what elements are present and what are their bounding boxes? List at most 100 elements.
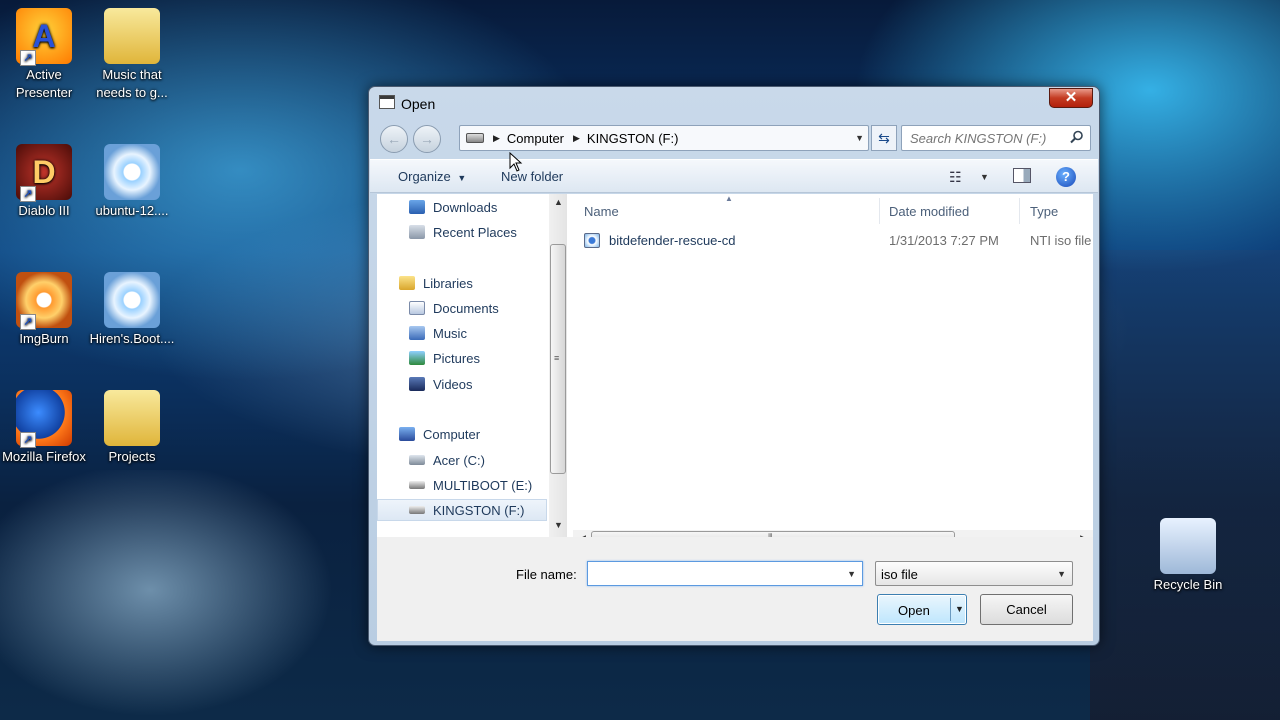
libraries-icon [399, 276, 415, 290]
column-header-type[interactable]: Type [1030, 204, 1058, 219]
chevron-down-icon[interactable]: ▼ [955, 604, 964, 614]
scroll-down-icon[interactable]: ▼ [554, 520, 563, 530]
hard-drive-icon [409, 455, 425, 465]
desktop-icon-label: Recycle Bin [1153, 577, 1223, 592]
refresh-icon: ⇆ [878, 130, 890, 146]
nav-item-pictures[interactable]: Pictures [377, 347, 547, 369]
help-icon[interactable]: ? [1056, 167, 1076, 187]
wallpaper-wave [0, 470, 380, 720]
nav-item-downloads[interactable]: Downloads [377, 196, 547, 218]
search-input[interactable] [910, 126, 1070, 150]
nav-item-label: Documents [433, 300, 499, 316]
folder-icon [104, 390, 160, 446]
videos-icon [409, 377, 425, 391]
column-divider[interactable] [879, 198, 880, 224]
open-button[interactable]: Open ▼ [877, 594, 967, 625]
desktop-icon-ubuntu[interactable]: ubuntu-12.... [88, 144, 176, 220]
chevron-down-icon[interactable]: ▼ [980, 172, 989, 182]
nav-item-multiboot-e[interactable]: MULTIBOOT (E:) [377, 474, 547, 496]
dialog-footer: File name: ▼ iso file ▼ Open ▼ Cancel [377, 537, 1093, 641]
search-box[interactable] [901, 125, 1091, 151]
documents-icon [409, 301, 425, 315]
column-divider[interactable] [1019, 198, 1020, 224]
organize-button[interactable]: Organize ▼ [398, 169, 466, 184]
imgburn-icon [16, 272, 72, 330]
file-type-value: iso file [881, 567, 918, 582]
preview-pane-icon[interactable] [1013, 168, 1031, 183]
desktop-icon-label: Mozilla Firefox [2, 449, 86, 464]
dialog-title: Open [401, 96, 436, 112]
mouse-cursor-icon [509, 152, 523, 172]
forward-button[interactable]: → [413, 125, 441, 153]
nav-item-computer[interactable]: Computer [377, 423, 547, 445]
desktop-icon-music-folder[interactable]: Music that needs to g... [88, 8, 176, 102]
breadcrumb-computer[interactable]: Computer [507, 131, 564, 146]
disc-image-icon [104, 272, 160, 328]
desktop-icon-label: ImgBurn [19, 331, 69, 346]
file-type: NTI iso file [1030, 233, 1092, 248]
command-bar: Organize ▼ New folder ☷ ▼ ? [370, 159, 1098, 193]
nav-item-label: Videos [433, 376, 473, 392]
breadcrumb-kingston[interactable]: KINGSTON (F:) [587, 131, 678, 146]
usb-drive-icon [409, 481, 425, 489]
music-icon [409, 326, 425, 340]
computer-icon [399, 427, 415, 441]
file-type-select[interactable]: iso file ▼ [875, 561, 1073, 586]
active-presenter-icon: A [16, 8, 72, 66]
desktop-icon-hirens[interactable]: Hiren's.Boot.... [88, 272, 176, 348]
disc-image-icon [104, 144, 160, 200]
arrow-right-icon: → [420, 131, 434, 147]
desktop-icon-active-presenter[interactable]: A Active Presenter [0, 8, 88, 102]
file-row[interactable]: bitdefender-rescue-cd 1/31/2013 7:27 PM … [584, 230, 1091, 252]
nav-item-label: Downloads [433, 199, 498, 215]
file-name-input[interactable] [591, 562, 841, 585]
column-header-name[interactable]: Name [584, 204, 619, 219]
chevron-down-icon[interactable]: ▼ [855, 133, 864, 143]
open-label: Open [898, 603, 930, 618]
column-header-date-modified[interactable]: Date modified [889, 204, 969, 219]
usb-drive-icon [409, 506, 425, 514]
nav-item-recent-places[interactable]: Recent Places [377, 221, 547, 243]
chevron-right-icon[interactable]: ▶ [493, 133, 500, 144]
desktop-icon-label: Diablo III [18, 203, 70, 218]
nav-item-videos[interactable]: Videos [377, 373, 547, 395]
nav-item-documents[interactable]: Documents [377, 297, 547, 319]
wallpaper-mountains [1090, 250, 1280, 720]
refresh-button[interactable]: ⇆ [871, 125, 897, 151]
arrow-left-icon: ← [387, 131, 401, 147]
scroll-up-icon[interactable]: ▲ [554, 197, 563, 207]
desktop-icon-imgburn[interactable]: ImgBurn [0, 272, 88, 348]
firefox-icon [16, 390, 72, 448]
desktop-icon-recycle-bin[interactable]: Recycle Bin [1144, 518, 1232, 594]
nav-item-label: Libraries [423, 275, 473, 291]
address-bar[interactable]: ▶ Computer ▶ KINGSTON (F:) ▼ [459, 125, 869, 151]
nav-item-label: Computer [423, 426, 481, 442]
file-date: 1/31/2013 7:27 PM [889, 233, 999, 248]
close-button[interactable]: ✕ [1049, 88, 1093, 108]
file-name-combobox[interactable]: ▼ [587, 561, 863, 586]
window-icon [379, 95, 395, 109]
pictures-icon [409, 351, 425, 365]
recycle-bin-icon [1160, 518, 1216, 574]
nav-item-libraries[interactable]: Libraries [377, 272, 547, 294]
cancel-button[interactable]: Cancel [980, 594, 1073, 625]
view-options-icon[interactable]: ☷ [949, 169, 962, 186]
desktop-icon-projects[interactable]: Projects [88, 390, 176, 466]
desktop-icon-firefox[interactable]: Mozilla Firefox [0, 390, 88, 466]
dialog-titlebar[interactable]: Open ✕ [369, 87, 1099, 119]
file-name: bitdefender-rescue-cd [609, 233, 736, 248]
chevron-down-icon[interactable]: ▼ [847, 569, 856, 579]
scrollbar-thumb[interactable]: ≡ [550, 244, 566, 474]
back-button[interactable]: ← [380, 125, 408, 153]
search-icon[interactable] [1070, 130, 1084, 144]
recent-places-icon [409, 225, 425, 239]
desktop-icon-diablo[interactable]: D Diablo III [0, 144, 88, 220]
nav-item-kingston-f[interactable]: KINGSTON (F:) [377, 499, 547, 521]
nav-item-music[interactable]: Music [377, 322, 547, 344]
nav-item-label: Music [433, 325, 467, 341]
chevron-right-icon[interactable]: ▶ [573, 133, 580, 144]
desktop-icon-label: Music that needs to g... [96, 67, 168, 100]
diablo-icon: D [16, 144, 72, 202]
nav-item-acer-c[interactable]: Acer (C:) [377, 449, 547, 471]
nav-item-label: MULTIBOOT (E:) [433, 477, 533, 493]
